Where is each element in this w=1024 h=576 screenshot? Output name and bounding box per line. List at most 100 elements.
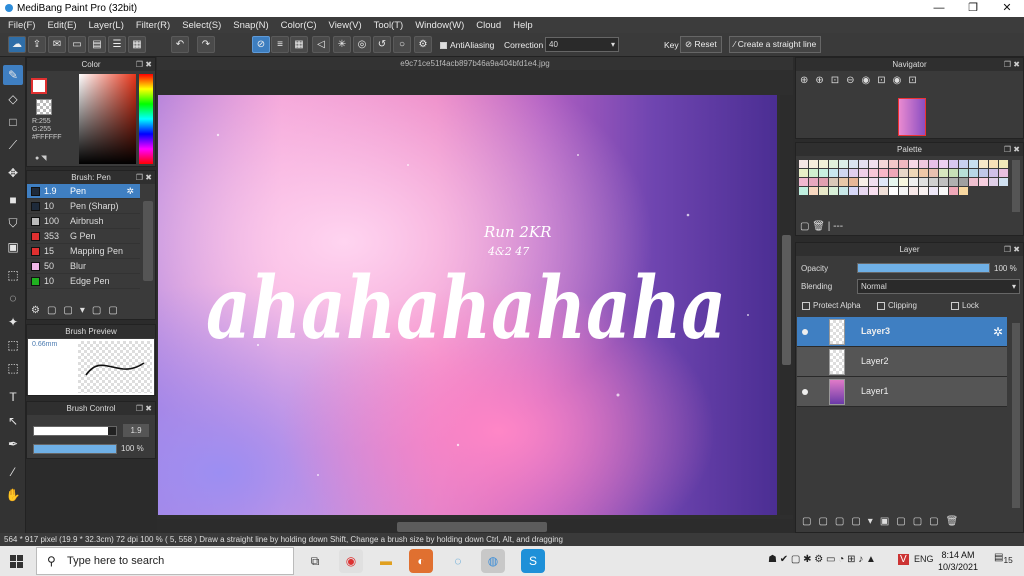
palette-swatch[interactable]: [879, 178, 888, 186]
skype-icon[interactable]: S: [521, 549, 545, 573]
color-mode-icons[interactable]: ● ◥: [35, 154, 47, 162]
menu-snap[interactable]: Snap(N): [227, 20, 274, 31]
magic-wand-tool-icon[interactable]: ✦: [3, 312, 23, 332]
palette-scrollbar[interactable]: [1012, 160, 1020, 212]
minimize-button[interactable]: —: [922, 0, 956, 17]
palette-swatch[interactable]: [809, 160, 818, 168]
vertical-scroll-thumb[interactable]: [782, 235, 791, 365]
menu-edit[interactable]: Edit(E): [41, 20, 82, 31]
pen-tool-icon[interactable]: ⟋: [3, 135, 23, 155]
layer-row[interactable]: Layer2: [797, 347, 1007, 377]
comment-icon[interactable]: ✉: [48, 36, 66, 53]
palette-swatch[interactable]: [949, 178, 958, 186]
palette-swatch[interactable]: [879, 169, 888, 177]
palette-swatch[interactable]: [979, 160, 988, 168]
protect-alpha-checkbox[interactable]: Protect Alpha: [802, 301, 861, 310]
brush-item[interactable]: 50 Blur: [27, 259, 140, 274]
brush-item[interactable]: 15 Mapping Pen: [27, 244, 140, 259]
palette-swatch[interactable]: [819, 169, 828, 177]
snap-off-icon[interactable]: ⊘: [252, 36, 270, 53]
palette-swatch[interactable]: [859, 160, 868, 168]
gradient-tool-icon[interactable]: ▣: [3, 237, 23, 257]
artwork-canvas[interactable]: Run 2KR 4&2 47 ahahahahaha: [158, 95, 777, 515]
menu-color[interactable]: Color(C): [275, 20, 323, 31]
palette-swatch[interactable]: [959, 160, 968, 168]
menu-layer[interactable]: Layer(L): [83, 20, 130, 31]
panel-buttons-icon[interactable]: ❐ ✖: [1004, 58, 1020, 71]
palette-swatch[interactable]: [989, 178, 998, 186]
rectangle-tool-icon[interactable]: □: [3, 112, 23, 132]
close-button[interactable]: ✕: [990, 0, 1024, 17]
palette-swatch[interactable]: [989, 160, 998, 168]
palette-swatch[interactable]: [889, 187, 898, 195]
palette-swatch[interactable]: [839, 169, 848, 177]
palette-swatch[interactable]: [909, 160, 918, 168]
menu-view[interactable]: View(V): [323, 20, 368, 31]
menu-window[interactable]: Window(W): [409, 20, 470, 31]
grid-icon[interactable]: ▦: [128, 36, 146, 53]
fill-shape-tool-icon[interactable]: ■: [3, 190, 23, 210]
palette-swatch[interactable]: [819, 160, 828, 168]
layer-actions-icon[interactable]: ▢▢▢▢▾▣▢▢▢🗑: [802, 516, 965, 527]
foreground-color-swatch[interactable]: [31, 78, 47, 94]
palette-swatch[interactable]: [859, 187, 868, 195]
chrome-icon[interactable]: ◉: [339, 549, 363, 573]
windows-start-icon[interactable]: [10, 555, 23, 568]
palette-swatch[interactable]: [829, 169, 838, 177]
palette-swatch[interactable]: [839, 187, 848, 195]
palette-swatch[interactable]: [829, 178, 838, 186]
color-picker-square[interactable]: [79, 74, 136, 164]
maximize-button[interactable]: ❐: [956, 0, 990, 17]
grid-snap-icon[interactable]: ▦: [290, 36, 308, 53]
language-indicator[interactable]: ENG: [914, 554, 934, 564]
palette-swatch[interactable]: [839, 160, 848, 168]
select-eraser-tool-icon[interactable]: ⬚: [3, 358, 23, 378]
create-straight-line-button[interactable]: ⁄ Create a straight line: [729, 36, 822, 53]
palette-swatch[interactable]: [869, 169, 878, 177]
palette-swatch[interactable]: [879, 160, 888, 168]
lock-checkbox[interactable]: Lock: [951, 301, 979, 310]
palette-swatch[interactable]: [949, 160, 958, 168]
palette-swatch[interactable]: [809, 178, 818, 186]
layer-row[interactable]: Layer1: [797, 377, 1007, 407]
palette-swatch[interactable]: [929, 178, 938, 186]
palette-swatch[interactable]: [899, 187, 908, 195]
document-tab[interactable]: e9c71ce51f4acb897b46a9a404bfd1e4.jpg: [157, 57, 793, 70]
palette-swatch[interactable]: [909, 187, 918, 195]
palette-swatch[interactable]: [989, 169, 998, 177]
delete-palette-icon[interactable]: 🗑: [812, 221, 825, 232]
palette-swatch[interactable]: [799, 178, 808, 186]
cloud-icon[interactable]: ☁: [8, 36, 26, 53]
parallel-snap-icon[interactable]: ≡: [271, 36, 289, 53]
palette-swatch[interactable]: [979, 169, 988, 177]
palette-swatch[interactable]: [849, 187, 858, 195]
palette-swatch[interactable]: [949, 169, 958, 177]
eraser-tool-icon[interactable]: ◇: [3, 89, 23, 109]
share-icon[interactable]: ⇪: [28, 36, 46, 53]
redo-icon[interactable]: ↷: [197, 36, 215, 53]
brush-opacity-slider[interactable]: [33, 444, 117, 454]
menu-help[interactable]: Help: [507, 20, 539, 31]
palette-swatch[interactable]: [819, 178, 828, 186]
lasso-tool-icon[interactable]: ◌: [3, 288, 23, 308]
panel-buttons-icon[interactable]: ❐ ✖: [136, 58, 152, 71]
brush-size-slider[interactable]: [33, 426, 117, 436]
notifications-icon[interactable]: ▤15: [994, 552, 1013, 565]
palette-swatch[interactable]: [899, 178, 908, 186]
eyedropper-tool-icon[interactable]: ⁄: [3, 462, 23, 482]
navigator-thumbnail[interactable]: [898, 98, 926, 136]
menu-cloud[interactable]: Cloud: [470, 20, 507, 31]
palette-swatch[interactable]: [799, 169, 808, 177]
ring-snap-icon[interactable]: ○: [393, 36, 411, 53]
palette-swatch[interactable]: [959, 169, 968, 177]
palette-swatch[interactable]: [919, 187, 928, 195]
palette-swatch[interactable]: [939, 178, 948, 186]
layer-opacity-slider[interactable]: [857, 263, 990, 273]
panel-buttons-icon[interactable]: ❐ ✖: [1004, 143, 1020, 156]
palette-swatch[interactable]: [889, 169, 898, 177]
bucket-tool-icon[interactable]: ⛉: [3, 213, 23, 233]
palette-swatch[interactable]: [939, 169, 948, 177]
edge-icon[interactable]: ◌: [446, 549, 470, 573]
panel-buttons-icon[interactable]: ❐ ✖: [136, 402, 152, 415]
palette-swatch[interactable]: [869, 160, 878, 168]
